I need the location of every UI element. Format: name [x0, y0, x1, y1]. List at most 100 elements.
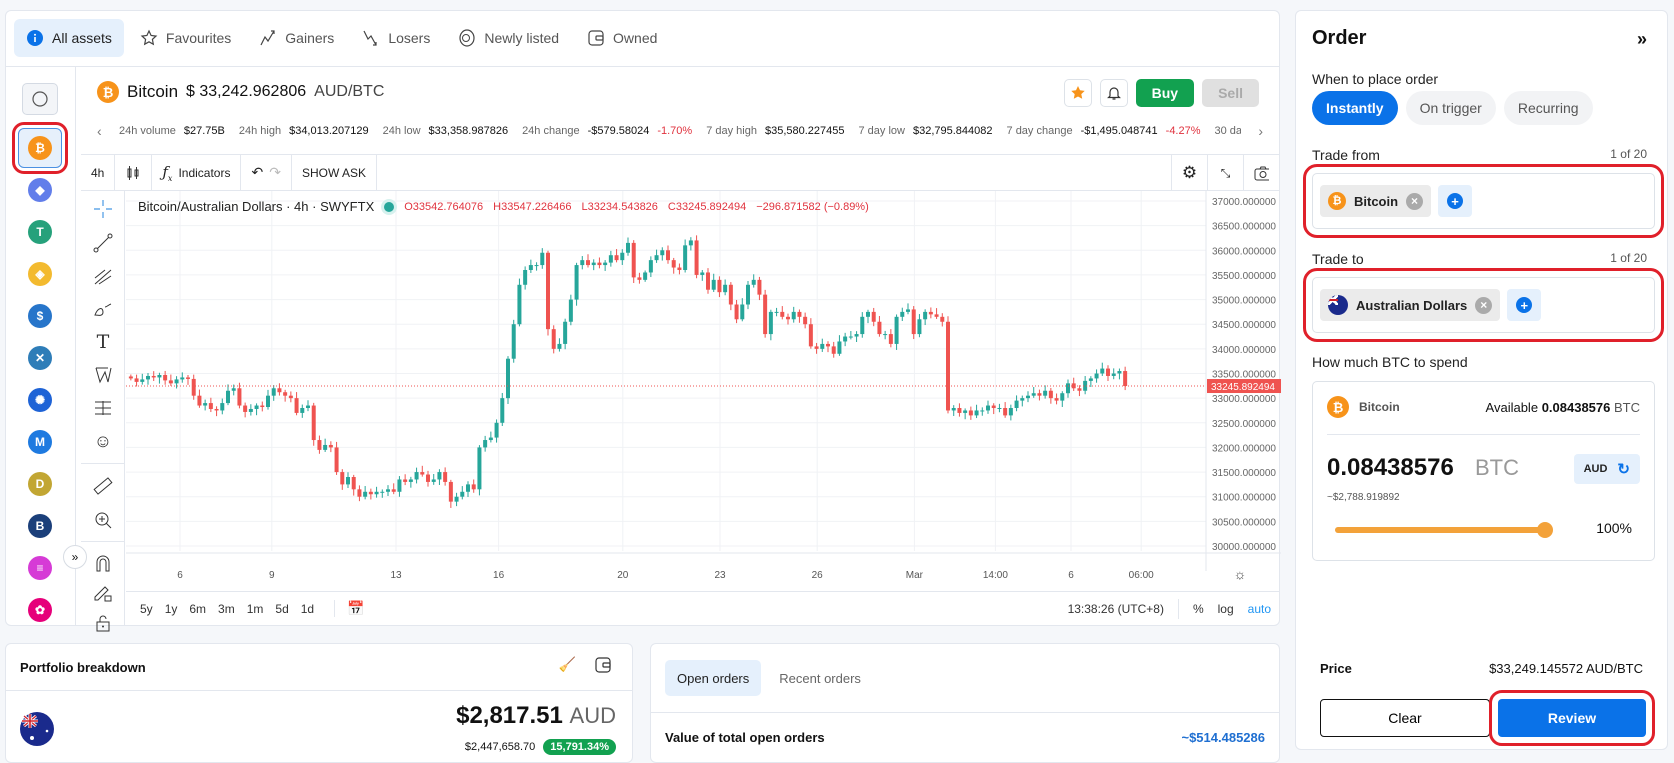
tab-favourites[interactable]: Favourites [128, 19, 243, 57]
candle-body [620, 252, 625, 261]
review-button[interactable]: Review [1489, 690, 1655, 746]
stat-item: 7 day change -$1,495.048741 -4.27% [1007, 125, 1201, 137]
candle-body [957, 408, 962, 413]
coin-bnb-icon[interactable]: ◈ [28, 262, 52, 286]
show-ask-button[interactable]: SHOW ASK [292, 154, 377, 191]
lock-tool[interactable] [91, 611, 115, 635]
candle-body [443, 472, 448, 482]
favourite-button[interactable] [1063, 79, 1092, 107]
remove-chip-icon[interactable]: × [1475, 296, 1493, 314]
range-1m[interactable]: 1m [241, 602, 270, 616]
tab-open-orders[interactable]: Open orders [665, 660, 762, 696]
candle-body [677, 267, 682, 270]
collapse-panel-icon[interactable]: » [1637, 29, 1647, 50]
chevron-right-icon[interactable]: › [1241, 123, 1263, 139]
sell-button[interactable]: Sell [1202, 79, 1259, 107]
fib-tool[interactable] [91, 264, 115, 288]
candle-body [906, 309, 910, 312]
magnet-tool[interactable] [91, 551, 115, 575]
candle-body [203, 403, 208, 406]
coin-polkadot-icon[interactable]: ✿ [28, 598, 52, 622]
coin-usd-coin-icon[interactable]: $ [28, 304, 52, 328]
trade-from-select[interactable]: ₿ Bitcoin × + [1303, 164, 1664, 238]
tab-owned[interactable]: Owned [575, 19, 669, 57]
brush-tool[interactable] [91, 297, 115, 321]
coin-bitcoin-icon[interactable]: ₿ [28, 136, 52, 160]
chevron-left-icon[interactable]: ‹ [97, 123, 119, 139]
expand-sidebar-button[interactable]: » [63, 545, 87, 569]
indicators-button[interactable]: ƒx Indicators [152, 154, 242, 191]
goto-date-icon[interactable]: 📅 [334, 600, 365, 617]
redo-icon[interactable]: ↷ [269, 164, 281, 181]
candle-body [1037, 393, 1042, 396]
currency-toggle-button[interactable]: AUD ↻ [1573, 454, 1640, 484]
range-1y[interactable]: 1y [159, 602, 184, 616]
chart-settings-button[interactable]: ⚙ [1171, 155, 1207, 191]
coin-ethereum-icon[interactable]: ◆ [28, 178, 52, 202]
coin-search-button[interactable] [22, 83, 58, 115]
tab-losers[interactable]: Losers [350, 19, 442, 57]
wallet-icon[interactable] [594, 656, 612, 674]
pattern-icon [95, 367, 112, 384]
candle-type-button[interactable] [115, 154, 153, 191]
stat-item: 24h volume $27.75B [119, 125, 225, 137]
screenshot-button[interactable] [1243, 155, 1279, 191]
coin-cardano-icon[interactable]: ✺ [28, 388, 52, 412]
available-value[interactable]: 0.08438576 [1542, 400, 1611, 415]
candle-body [243, 405, 248, 412]
interval-selector[interactable]: 4h [81, 154, 116, 191]
candle-body [1100, 368, 1105, 374]
prediction-tool[interactable] [91, 396, 115, 420]
remove-chip-icon[interactable]: × [1406, 192, 1424, 210]
mode-recurring[interactable]: Recurring [1503, 91, 1593, 125]
coin-dogecoin-icon[interactable]: D [28, 472, 52, 496]
trade-to-select[interactable]: Australian Dollars × + [1303, 268, 1664, 342]
order-panel: Order » When to place order Instantly On… [1295, 10, 1668, 750]
range-5d[interactable]: 5d [269, 602, 294, 616]
candle-body [688, 240, 693, 246]
range-1d[interactable]: 1d [295, 602, 320, 616]
mode-instantly[interactable]: Instantly [1312, 91, 1398, 125]
zoom-tool[interactable] [91, 508, 115, 532]
tab-all-assets[interactable]: All assets [14, 19, 124, 57]
crosshair-tool[interactable] [91, 197, 115, 221]
coin-mobox-icon[interactable]: M [28, 430, 52, 454]
tab-recent-orders[interactable]: Recent orders [767, 660, 873, 696]
text-tool[interactable]: T [91, 330, 115, 354]
coin-ethena-icon[interactable]: ≡ [28, 556, 52, 580]
amount-input[interactable]: 0.08438576 [1327, 454, 1454, 482]
price-alert-button[interactable] [1099, 79, 1128, 107]
y-tick-label: 32500.000000 [1212, 419, 1276, 430]
trendline-tool[interactable] [91, 231, 115, 255]
log-scale-toggle[interactable]: log [1218, 602, 1234, 616]
lock-drawings-tool[interactable] [91, 581, 115, 605]
add-trade-from-button[interactable]: + [1438, 185, 1473, 217]
tab-gainers[interactable]: Gainers [247, 19, 346, 57]
legend-change: −296.871582 (−0.89%) [756, 200, 869, 213]
range-6m[interactable]: 6m [183, 602, 212, 616]
candlestick-chart[interactable]: 37000.000000 36500.000000 36000.000000 3550… [126, 191, 1281, 591]
emoji-tool[interactable]: ☺ [91, 429, 115, 453]
range-3m[interactable]: 3m [212, 602, 241, 616]
clear-button[interactable]: Clear [1320, 699, 1490, 737]
measure-tool[interactable] [91, 474, 115, 498]
price-chart[interactable]: 37000.000000 36500.000000 36000.000000 3550… [126, 191, 1281, 591]
y-tick-label: 31500.000000 [1212, 468, 1276, 479]
coin-xrp-icon[interactable]: ✕ [28, 346, 52, 370]
percent-scale-toggle[interactable]: % [1193, 602, 1204, 616]
coin-tether-icon[interactable]: T [28, 220, 52, 244]
slider-thumb[interactable] [1537, 522, 1553, 538]
undo-icon[interactable]: ↶ [251, 164, 263, 181]
amount-slider[interactable] [1335, 522, 1553, 538]
fullscreen-button[interactable]: ⤡ [1207, 155, 1243, 191]
coin-b-coin-icon[interactable]: B [28, 514, 52, 538]
auto-scale-toggle[interactable]: auto [1248, 602, 1271, 616]
range-5y[interactable]: 5y [134, 602, 159, 616]
y-tick-label: 33000.000000 [1212, 394, 1276, 405]
add-trade-to-button[interactable]: + [1507, 289, 1542, 321]
buy-button[interactable]: Buy [1135, 79, 1195, 107]
mode-on-trigger[interactable]: On trigger [1405, 91, 1496, 125]
clean-icon[interactable]: 🧹 [559, 656, 576, 674]
tab-newly-listed[interactable]: Newly listed [446, 19, 571, 57]
pattern-tool[interactable] [91, 363, 115, 387]
